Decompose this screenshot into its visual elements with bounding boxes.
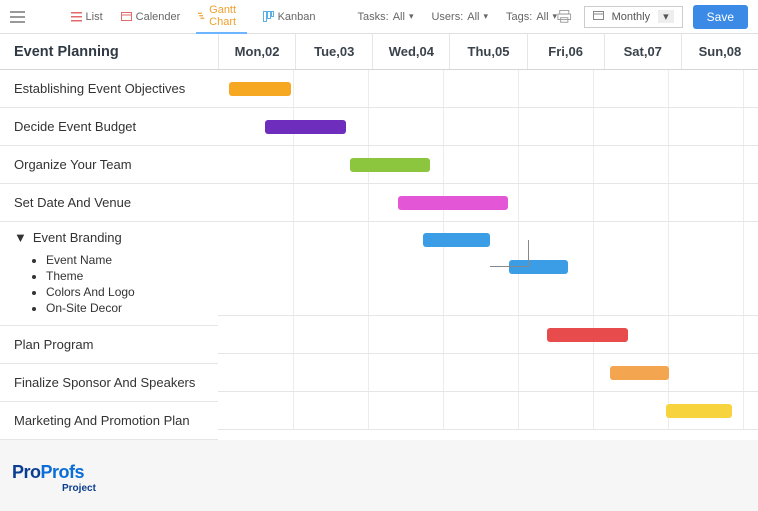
filter-bar: Tasks: All ▾ Users: All ▾ Tags: All ▾ — [358, 11, 558, 23]
timeline-row — [218, 70, 758, 108]
gantt-bar[interactable] — [547, 328, 628, 342]
list-icon — [71, 11, 82, 22]
view-switcher: List Calender Gantt Chart Kanban — [69, 0, 318, 34]
subtask-item[interactable]: Colors And Logo — [46, 285, 135, 299]
gantt-bar[interactable] — [229, 82, 291, 96]
timeline-pane: Mon,02Tue,03Wed,04Thu,05Fri,06Sat,07Sun,… — [218, 34, 758, 440]
period-value: Monthly — [612, 11, 651, 23]
chevron-down-icon: ▾ — [658, 10, 674, 23]
gantt-bar[interactable] — [666, 404, 732, 418]
gantt-bar[interactable] — [350, 158, 430, 172]
gantt-icon — [198, 10, 205, 21]
save-button[interactable]: Save — [693, 5, 748, 29]
task-row-label[interactable]: Establishing Event Objectives — [0, 70, 218, 108]
gantt-bar[interactable] — [398, 196, 508, 210]
day-column-header: Mon,02 — [218, 34, 295, 69]
view-gantt-label: Gantt Chart — [209, 4, 244, 28]
gantt-bar[interactable] — [265, 120, 346, 134]
timeline-row — [218, 108, 758, 146]
day-header: Mon,02Tue,03Wed,04Thu,05Fri,06Sat,07Sun,… — [218, 34, 758, 70]
dependency-connector — [490, 240, 529, 267]
filter-tasks[interactable]: Tasks: All ▾ — [358, 11, 414, 23]
gantt-chart: Event Planning Establishing Event Object… — [0, 34, 758, 440]
timeline-row — [218, 354, 758, 392]
view-calendar[interactable]: Calender — [119, 0, 183, 34]
view-list-label: List — [86, 11, 103, 23]
filter-tags[interactable]: Tags: All ▾ — [506, 11, 557, 23]
print-icon[interactable] — [557, 10, 572, 24]
timeline-row — [218, 184, 758, 222]
task-row-label[interactable]: Set Date And Venue — [0, 184, 218, 222]
day-column-header: Sat,07 — [604, 34, 681, 69]
day-column-header: Wed,04 — [372, 34, 449, 69]
chevron-down-icon: ▾ — [483, 11, 488, 22]
timeline-row — [218, 392, 758, 430]
proprofs-logo: ProProfs — [12, 462, 746, 483]
timeline-row — [218, 222, 758, 316]
hamburger-menu-icon[interactable] — [10, 9, 25, 25]
day-column-header: Sun,08 — [681, 34, 758, 69]
chevron-down-icon: ▾ — [409, 11, 414, 22]
calendar-icon — [121, 11, 132, 22]
task-row-label[interactable]: ▼ Event BrandingEvent NameThemeColors An… — [0, 222, 218, 326]
task-list-pane: Event Planning Establishing Event Object… — [0, 34, 218, 440]
view-gantt[interactable]: Gantt Chart — [196, 0, 246, 34]
timeline-row — [218, 316, 758, 354]
day-column-header: Thu,05 — [449, 34, 526, 69]
timeline-row — [218, 146, 758, 184]
task-row-label[interactable]: Organize Your Team — [0, 146, 218, 184]
kanban-icon — [263, 11, 274, 22]
view-list[interactable]: List — [69, 0, 105, 34]
subtask-item[interactable]: Event Name — [46, 253, 135, 267]
task-row-label[interactable]: Finalize Sponsor And Speakers — [0, 364, 218, 402]
day-column-header: Tue,03 — [295, 34, 372, 69]
chart-title: Event Planning — [0, 34, 218, 70]
period-select[interactable]: Monthly ▾ — [584, 6, 683, 28]
top-toolbar: List Calender Gantt Chart Kanban — [0, 0, 758, 34]
logo-subtext: Project — [62, 483, 746, 494]
day-column-header: Fri,06 — [527, 34, 604, 69]
view-kanban[interactable]: Kanban — [261, 0, 318, 34]
subtask-item[interactable]: On-Site Decor — [46, 301, 135, 315]
gantt-bar[interactable] — [610, 366, 669, 380]
footer-branding: ProProfs Project — [0, 440, 758, 504]
task-row-label[interactable]: Decide Event Budget — [0, 108, 218, 146]
filter-users[interactable]: Users: All ▾ — [431, 11, 488, 23]
task-row-label[interactable]: Plan Program — [0, 326, 218, 364]
calendar-small-icon — [593, 10, 604, 24]
view-calendar-label: Calender — [136, 11, 181, 23]
subtask-item[interactable]: Theme — [46, 269, 135, 283]
collapse-icon[interactable]: ▼ — [14, 230, 27, 245]
gantt-bar[interactable] — [423, 233, 491, 247]
task-row-label[interactable]: Marketing And Promotion Plan — [0, 402, 218, 440]
view-kanban-label: Kanban — [278, 11, 316, 23]
